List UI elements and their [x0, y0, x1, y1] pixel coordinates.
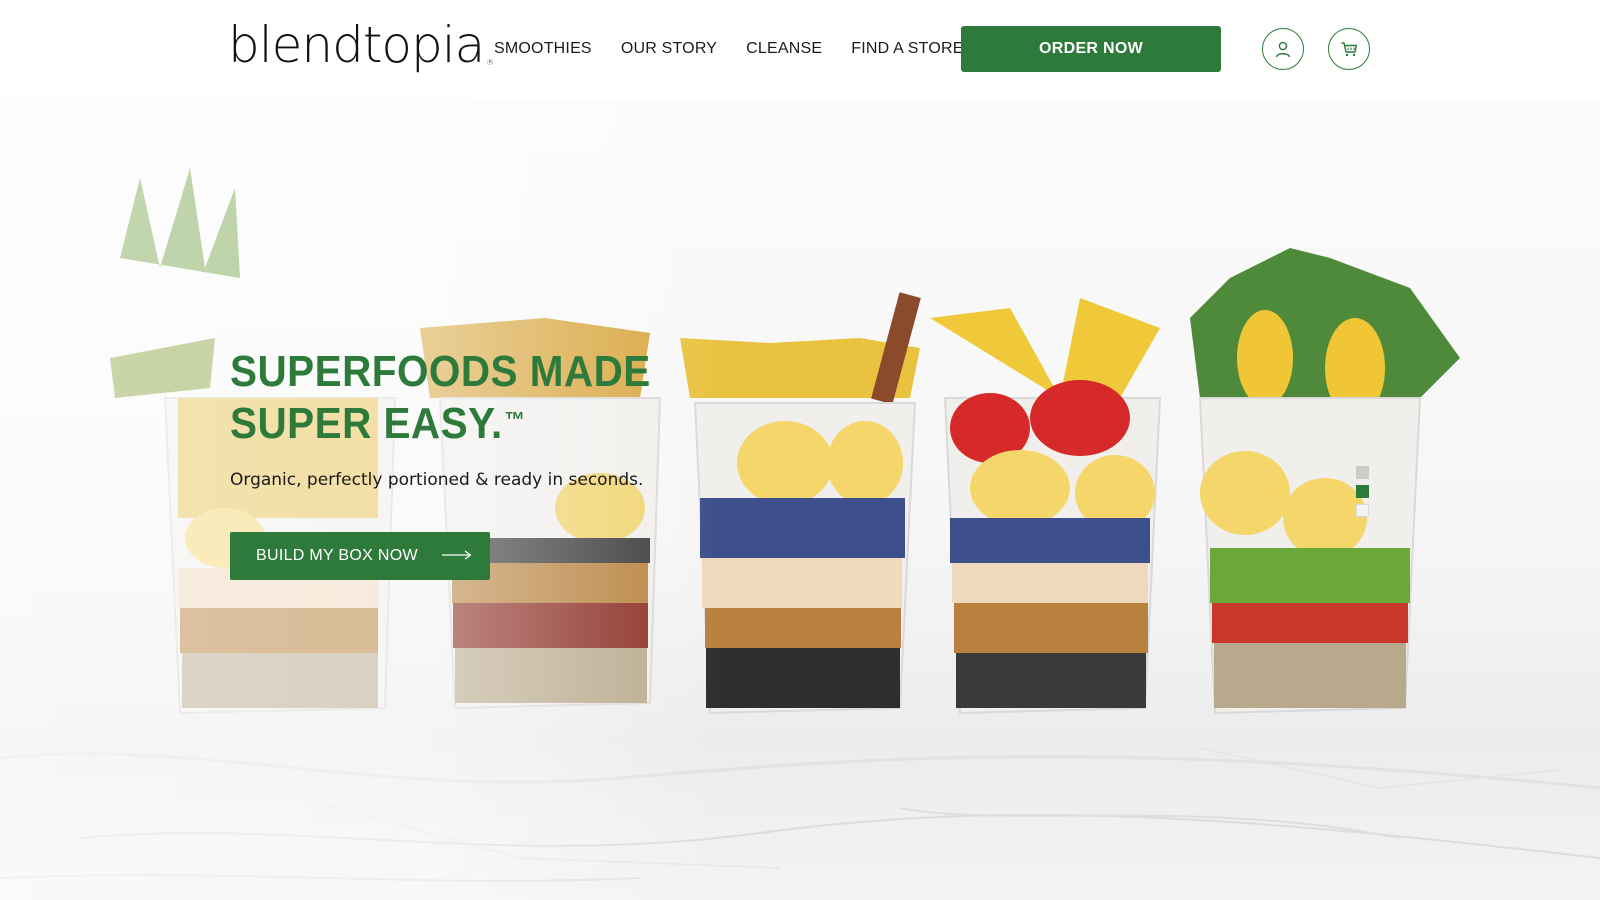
nav-item-smoothies[interactable]: SMOOTHIES — [494, 36, 592, 62]
build-my-box-button[interactable]: BUILD MY BOX NOW — [230, 532, 490, 580]
user-icon — [1275, 41, 1291, 58]
brand-logo[interactable]: blendtopia ® — [228, 10, 494, 80]
build-my-box-label: BUILD MY BOX NOW — [256, 547, 418, 564]
smoothie-cup-4 — [930, 298, 1162, 715]
carousel-dot-1[interactable] — [1356, 466, 1369, 479]
arrow-right-icon — [441, 547, 472, 565]
account-button[interactable] — [1262, 28, 1304, 70]
carousel-dot-3[interactable] — [1356, 504, 1369, 517]
cart-button[interactable] — [1328, 28, 1370, 70]
carousel-indicators — [1356, 466, 1369, 517]
main-nav: SMOOTHIES OUR STORY CLEANSE FIND A STORE — [494, 36, 993, 62]
hero-banner: SUPERFOODS MADE SUPER EASY.™ Organic, pe… — [0, 98, 1600, 900]
hero-headline-line-2: SUPER EASY. — [230, 399, 503, 448]
nav-item-our-story[interactable]: OUR STORY — [621, 36, 717, 62]
carousel-dot-2[interactable] — [1356, 485, 1369, 498]
order-now-button[interactable]: ORDER NOW — [961, 26, 1221, 72]
site-header: blendtopia ® SMOOTHIES OUR STORY CLEANSE … — [0, 0, 1600, 98]
nav-item-find-a-store[interactable]: FIND A STORE — [851, 36, 963, 62]
hero-text-overlay — [0, 98, 720, 900]
smoothie-cup-5 — [1190, 248, 1460, 715]
hero-subheading: Organic, perfectly portioned & ready in … — [230, 470, 644, 490]
brand-logo-text: blendtopia — [228, 16, 485, 74]
registered-mark: ® — [486, 58, 494, 67]
cart-icon — [1341, 42, 1358, 57]
hero-headline-line-1: SUPERFOODS MADE — [230, 347, 651, 396]
hero-headline: SUPERFOODS MADE SUPER EASY.™ — [230, 346, 651, 450]
nav-item-cleanse[interactable]: CLEANSE — [746, 36, 822, 62]
trademark-symbol: ™ — [504, 407, 526, 432]
